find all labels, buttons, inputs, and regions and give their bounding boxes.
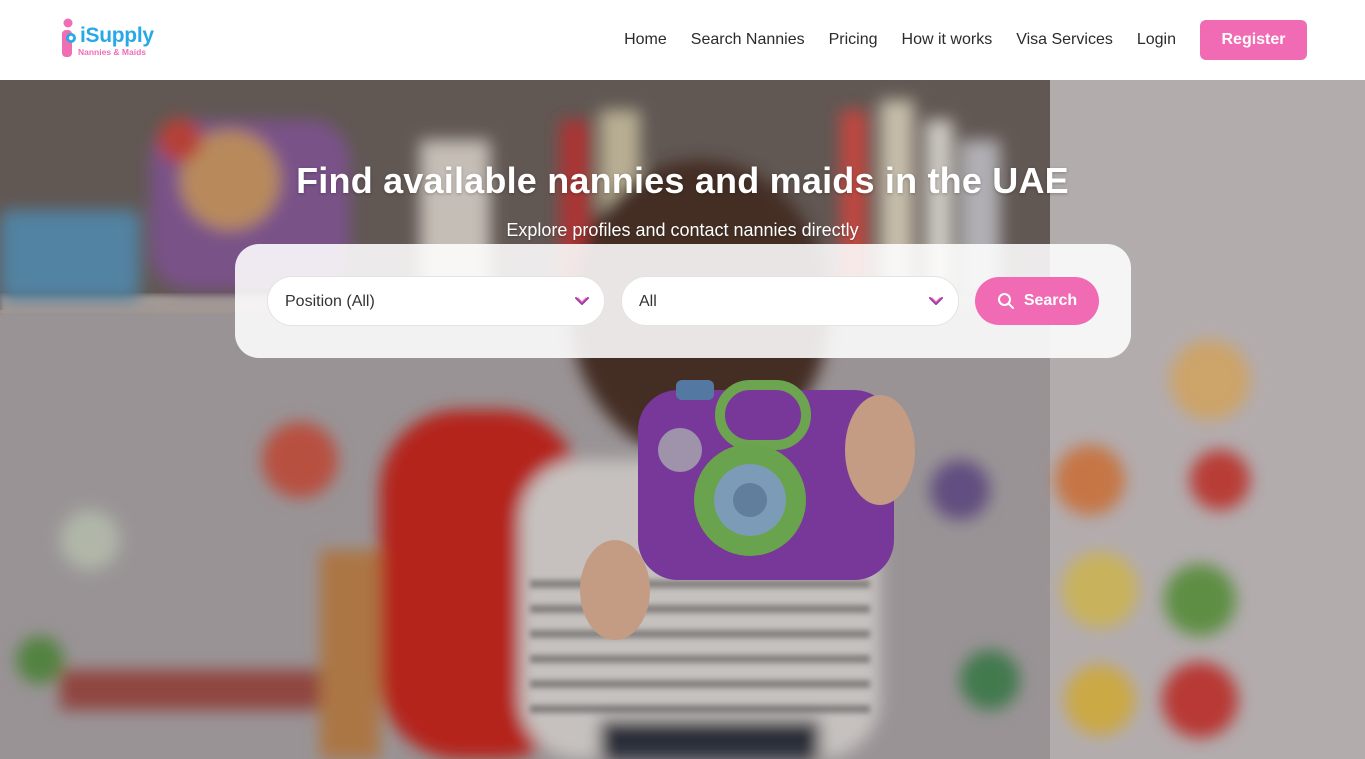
nav-pricing[interactable]: Pricing [829,20,878,60]
hero-subtitle: Explore profiles and contact nannies dir… [506,220,859,240]
position-select-value: Position (All) [285,293,375,310]
hero-title: Find available nannies and maids in the … [296,160,1069,201]
position-select[interactable]: Position (All) [267,276,605,326]
nav-how-it-works[interactable]: How it works [902,20,993,60]
search-icon [997,293,1014,309]
logo-person-icon [62,18,76,57]
location-select[interactable]: All [621,276,959,326]
nav-home[interactable]: Home [624,20,667,60]
brand-logo[interactable]: iSupply Nannies & Maids [60,16,160,62]
chevron-down-icon [929,297,943,305]
nav-search-nannies[interactable]: Search Nannies [691,20,805,60]
brand-name: iSupply [80,24,154,47]
location-select-value: All [639,293,657,310]
main-nav: Home Search Nannies Pricing How it works… [624,20,1307,60]
search-button-label: Search [1023,292,1078,309]
site-header: iSupply Nannies & Maids Home Search Nann… [0,0,1365,80]
search-button[interactable]: Search [975,277,1099,325]
hero-section: Find available nannies and maids in the … [0,80,1365,759]
nav-login[interactable]: Login [1137,20,1176,60]
search-panel: Position (All) All Search [235,244,1131,358]
register-button[interactable]: Register [1200,20,1307,60]
chevron-down-icon [575,297,589,305]
brand-tagline: Nannies & Maids [78,47,147,57]
nav-visa-services[interactable]: Visa Services [1016,20,1113,60]
